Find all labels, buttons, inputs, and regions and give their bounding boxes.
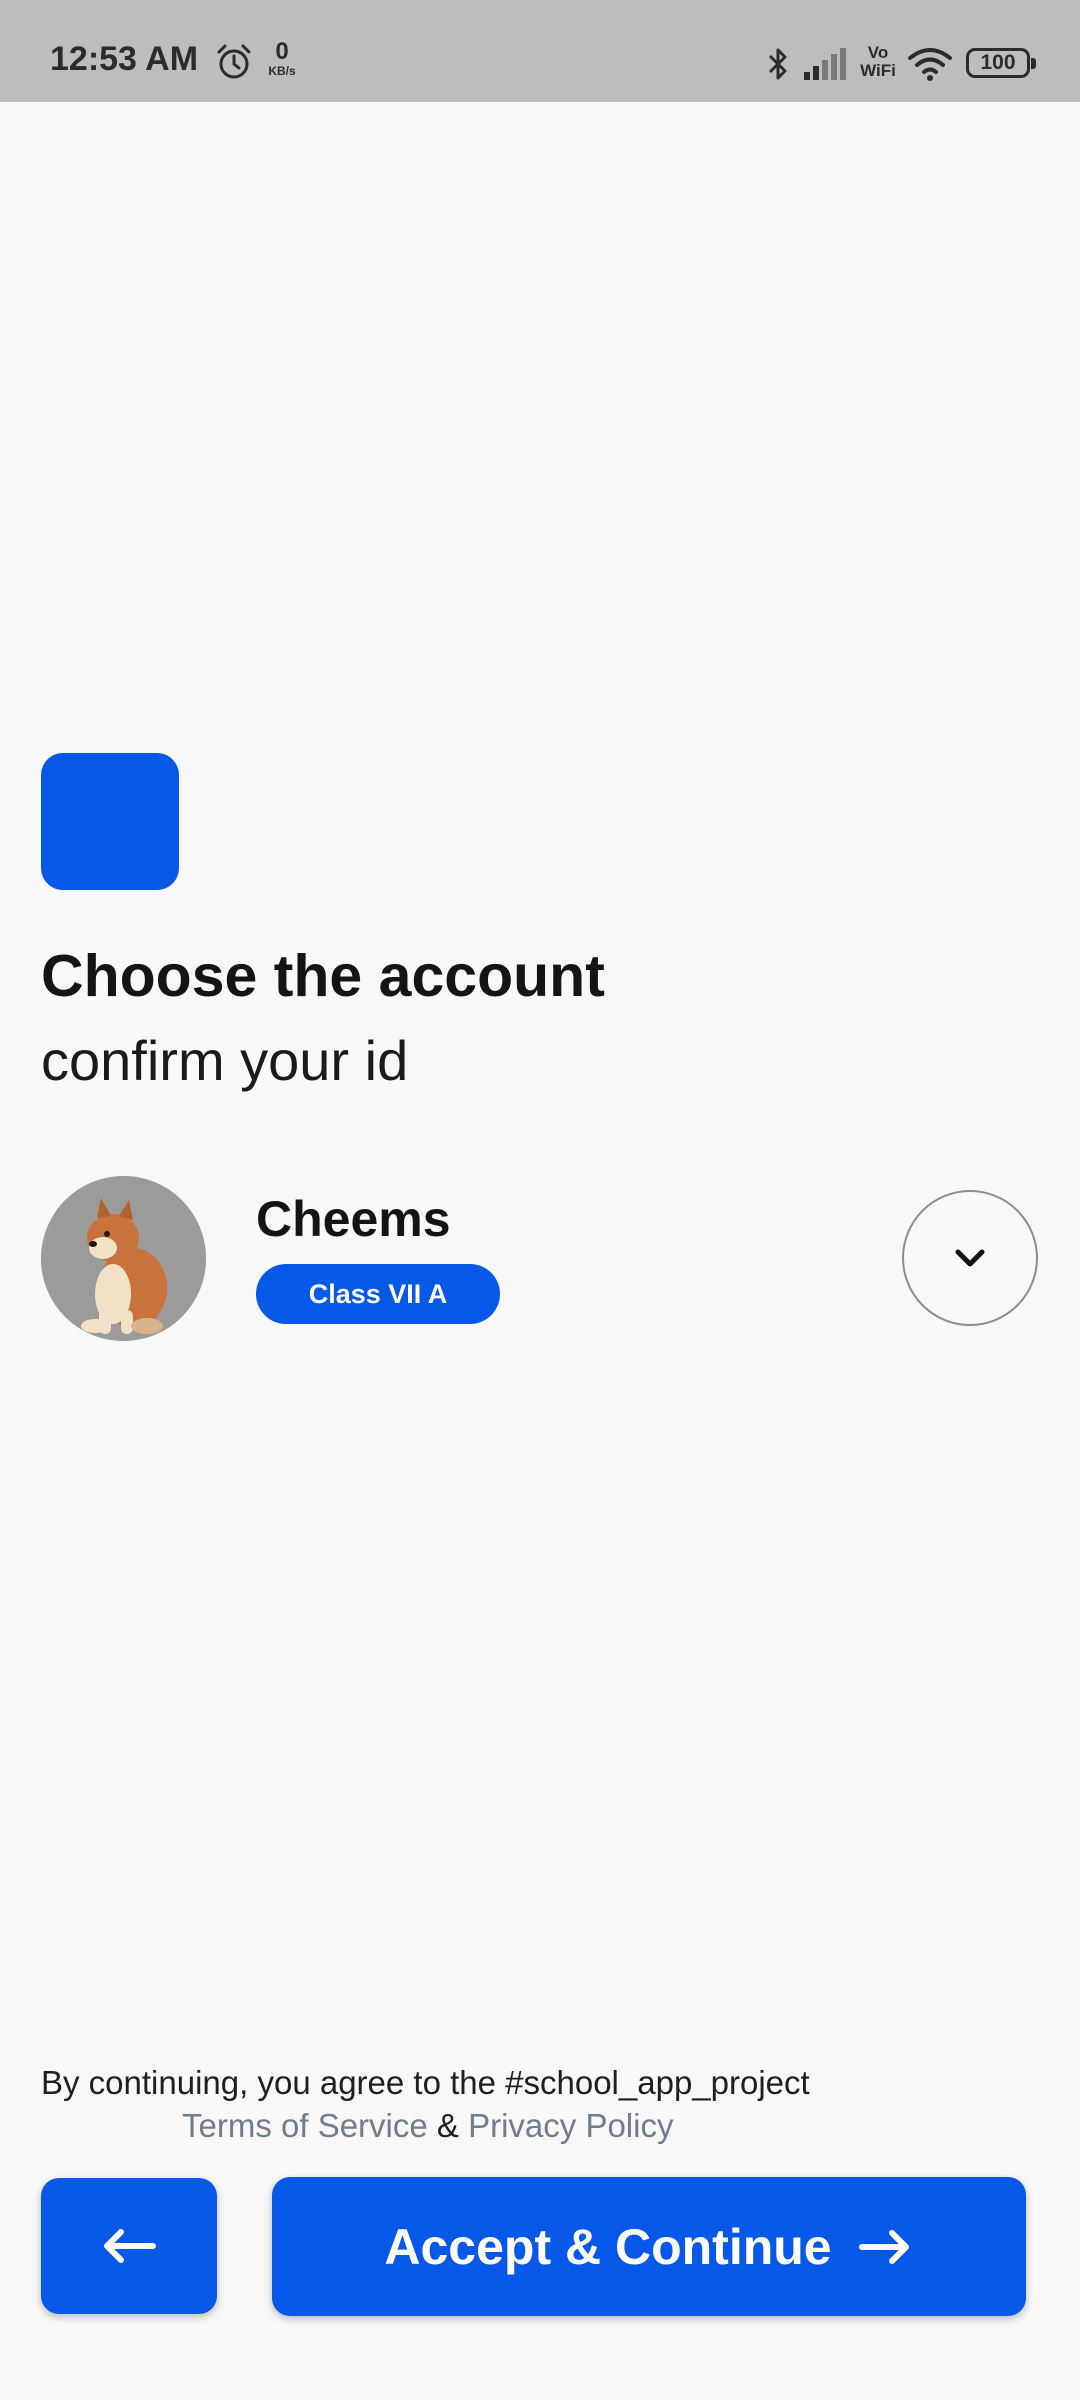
- class-badge: Class VII A: [256, 1264, 500, 1324]
- signal-icon: [804, 48, 846, 80]
- account-avatar[interactable]: [41, 1176, 206, 1341]
- page-title: Choose the account: [41, 943, 605, 1009]
- status-bar: 12:53 AM 0 KB/s Vo WiFi 100: [0, 0, 1080, 102]
- wifi-icon: [908, 48, 952, 81]
- vowifi-line1: Vo: [867, 43, 889, 62]
- bluetooth-icon: [768, 48, 787, 80]
- alarm-icon: [217, 44, 251, 79]
- back-button[interactable]: [41, 2178, 217, 2314]
- consent-links: Terms of Service & Privacy Policy: [182, 2107, 673, 2145]
- screen: 12:53 AM 0 KB/s Vo WiFi 100 Choose the a…: [0, 0, 1080, 2400]
- battery-icon: 100: [966, 48, 1036, 78]
- page-subtitle: confirm your id: [41, 1029, 409, 1092]
- arrow-left-icon: [104, 2229, 156, 2263]
- status-time: 12:53 AM: [50, 40, 199, 78]
- consent-and: &: [436, 2107, 459, 2144]
- account-name: Cheems: [256, 1191, 451, 1247]
- app-logo: [41, 753, 179, 890]
- terms-of-service-link[interactable]: Terms of Service: [182, 2107, 428, 2144]
- accept-continue-button[interactable]: Accept & Continue: [272, 2177, 1026, 2316]
- chevron-down-icon: [955, 1249, 985, 1267]
- net-speed: 0 KB/s: [262, 38, 302, 78]
- consent-text: By continuing, you agree to the #school_…: [41, 2064, 810, 2101]
- account-dropdown-button[interactable]: [902, 1190, 1038, 1326]
- vowifi-indicator: Vo WiFi: [858, 44, 898, 80]
- dog-avatar-icon: [41, 1176, 206, 1341]
- net-speed-unit: KB/s: [268, 64, 296, 78]
- vowifi-line2: WiFi: [860, 61, 896, 80]
- privacy-policy-link[interactable]: Privacy Policy: [468, 2107, 673, 2144]
- arrow-right-icon: [858, 2229, 909, 2264]
- accept-continue-label: Accept & Continue: [384, 2218, 832, 2275]
- net-speed-value: 0: [275, 38, 289, 65]
